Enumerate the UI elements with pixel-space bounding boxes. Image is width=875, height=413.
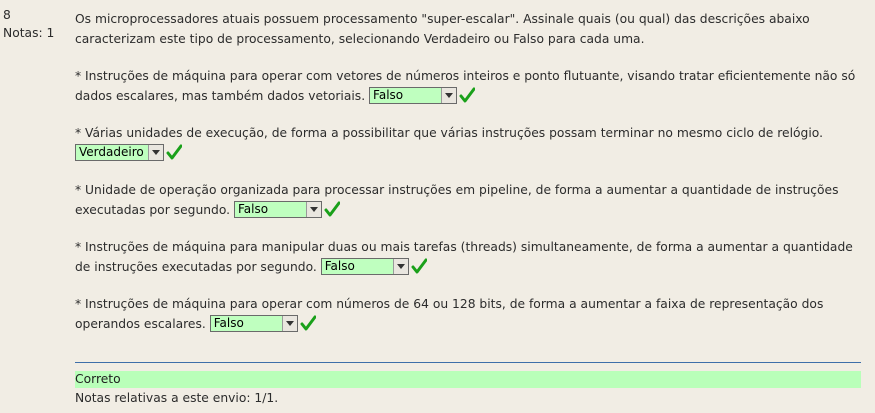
answer-select-5[interactable]: Falso — [209, 314, 298, 332]
chevron-down-icon[interactable] — [305, 201, 321, 217]
statement-1: * Instruções de máquina para operar com … — [75, 67, 861, 106]
statement-text: * Instruções de máquina para manipular d… — [75, 240, 853, 274]
statement-text: * Unidade de operação organizada para pr… — [75, 183, 839, 217]
answer-select-value: Falso — [324, 258, 355, 273]
answer-select-value: Falso — [213, 315, 244, 330]
statement-text: * Instruções de máquina para operar com … — [75, 297, 824, 331]
question-marks: Notas: 1 — [3, 26, 55, 40]
question-number: 8 — [3, 8, 11, 22]
chevron-down-icon[interactable] — [392, 258, 408, 274]
separator — [75, 362, 861, 363]
question-text: Os microprocessadores atuais possuem pro… — [75, 12, 810, 46]
chevron-down-icon[interactable] — [441, 87, 457, 103]
statement-2: * Várias unidades de execução, de forma … — [75, 124, 861, 163]
answer-select-value: Falso — [237, 201, 269, 216]
check-icon — [166, 144, 182, 159]
check-icon — [411, 258, 427, 273]
answer-select-value: Verdadeiro — [79, 144, 144, 159]
chevron-down-icon[interactable] — [148, 144, 163, 160]
feedback-status: Correto — [75, 371, 861, 388]
answer-select-4[interactable]: Falso — [320, 257, 409, 275]
statement-4: * Instruções de máquina para manipular d… — [75, 238, 861, 277]
grade-text: Notas relativas a este envio: 1/1. — [75, 391, 279, 405]
statement-text: * Várias unidades de execução, de forma … — [75, 126, 823, 140]
question-info: 8 Notas: 1 — [3, 6, 54, 42]
statement-5: * Instruções de máquina para operar com … — [75, 295, 861, 334]
answer-select-1[interactable]: Falso — [369, 86, 458, 104]
check-icon — [300, 315, 316, 330]
statement-3: * Unidade de operação organizada para pr… — [75, 181, 861, 220]
question-content: Os microprocessadores atuais possuem pro… — [75, 10, 861, 334]
answer-select-2[interactable]: Verdadeiro — [75, 143, 164, 161]
answer-select-3[interactable]: Falso — [233, 200, 322, 218]
chevron-down-icon[interactable] — [281, 315, 297, 331]
check-icon — [324, 201, 340, 216]
answer-select-value: Falso — [373, 87, 404, 102]
check-icon — [459, 87, 476, 102]
